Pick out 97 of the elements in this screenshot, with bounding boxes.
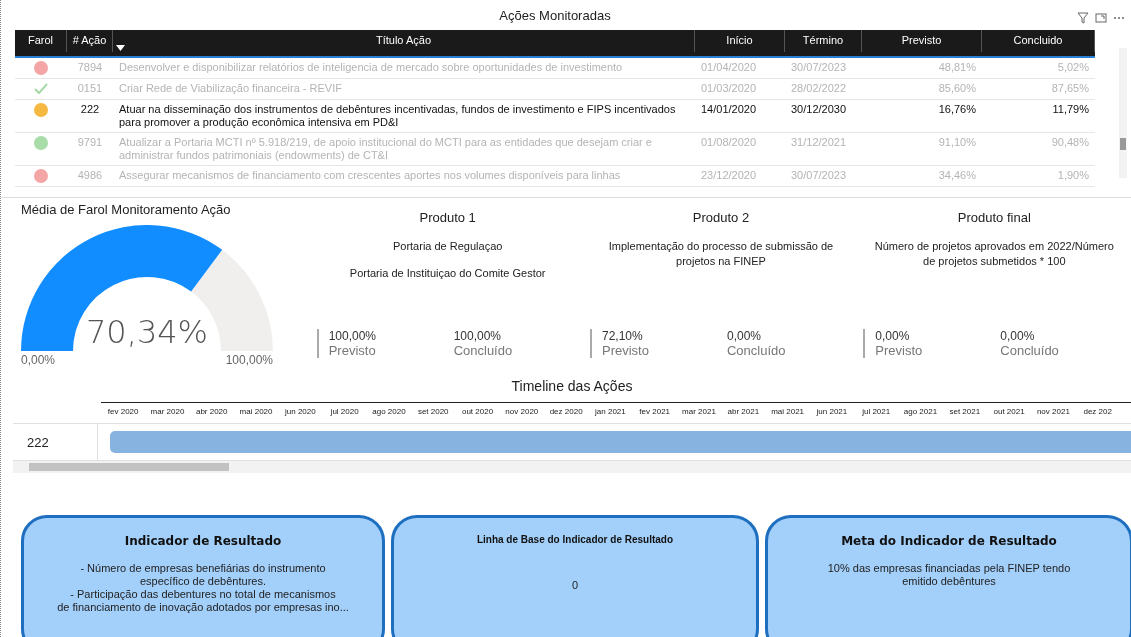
column-header[interactable]: Farol (15, 30, 67, 52)
filter-icon[interactable] (1077, 12, 1089, 24)
column-header[interactable]: Término (785, 30, 862, 52)
table-cell-text: 87,65% (1050, 82, 1090, 96)
month-label: jan 2021 (594, 406, 627, 418)
month-label: set 2021 (948, 406, 982, 418)
month-label: mar 2020 (149, 406, 186, 418)
scrollbar[interactable] (1119, 48, 1127, 178)
month-label: fev 2021 (638, 406, 672, 418)
gauge-title: Média de Farol Monitoramento Ação (21, 202, 232, 217)
kpi-value: 0,00% (1000, 329, 1036, 343)
column-header[interactable]: Previsto (862, 30, 982, 52)
table-cell-text: 01/08/2020 (700, 136, 758, 150)
card-text: - Número de empresas benefiárias do instrumento específico de debêntures. - Participação das debentures no total de mecanismos de financiamento de inovação adotados por empresas ino... (57, 562, 349, 614)
table-cell-text: 90,48% (1050, 136, 1090, 150)
month-label: abr 2020 (194, 406, 229, 418)
kpi-label: Previsto (875, 343, 924, 358)
product-title: Produto final (957, 210, 1031, 225)
column-header[interactable]: Título Ação (113, 30, 695, 52)
table-cell-text: 91,10% (937, 136, 977, 150)
table-cell-text: 28/02/2022 (790, 82, 848, 96)
gauge-value: 70,34% (86, 313, 208, 351)
kpi-value: 0,00% (727, 329, 762, 343)
month-label: set 2020 (416, 406, 450, 418)
month-label: abr 2021 (726, 406, 761, 418)
column-header[interactable]: Início (695, 30, 785, 52)
kpi-label: Previsto (328, 343, 377, 358)
month-label: jul 2020 (329, 406, 360, 418)
product-description: Portaria de Instituiçao do Comite Gestor (348, 266, 547, 281)
kpi-value: 100,00% (328, 329, 378, 343)
month-label: jun 2021 (815, 406, 849, 418)
month-label: jun 2020 (284, 406, 317, 418)
product-description: Portaria de Regulaçao (391, 239, 504, 254)
gauge-max-label: 100,00% (225, 353, 273, 367)
product-title: Produto 1 (419, 210, 476, 225)
product-description: Implementação do processo de submissão de projetos na FINEP (607, 239, 835, 269)
table-cell-text: 5,02% (1056, 61, 1090, 75)
table-cell-text: 7894 (76, 61, 104, 75)
timeline-row-label: 222 (13, 424, 98, 460)
table-cell-text: 23/12/2020 (700, 169, 758, 183)
table-cell-text: 34,46% (937, 169, 977, 183)
product-description: Número de projetos aprovados em 2022/Número de projetos submetidos * 100 (873, 239, 1115, 269)
kpi-value: 0,00% (875, 329, 911, 343)
table-cell-text: 30/07/2023 (790, 169, 848, 183)
column-header[interactable]: Concluido (982, 30, 1095, 52)
horizontal-scrollbar[interactable] (13, 461, 1131, 473)
table-cell-text: Atualizar a Portaria MCTI nº 5.918/219, de apoio institucional do MCTI para as entidades que desejam criar e administrar fundos patrimoniais (endowments) de CT&I (118, 136, 653, 162)
month-label: mar 2021 (681, 406, 717, 418)
table-cell-text: Assegurar mecanismos de financiamento com crescentes aportes nos volumes disponíveis para linhas (118, 169, 622, 183)
table-cell-text: 1,90% (1056, 169, 1090, 183)
table-cell-text: 0151 (76, 82, 104, 96)
month-label: ago 2021 (902, 406, 939, 418)
product-title: Produto 2 (692, 210, 750, 225)
table-cell-text: 14/01/2020 (700, 103, 758, 117)
month-label: jul 2021 (861, 406, 892, 418)
kpi-value: 100,00% (453, 329, 503, 343)
table-cell-text: 222 (79, 103, 101, 117)
kpi-label: Concluído (1000, 343, 1060, 358)
table-cell-text: 85,60% (937, 82, 977, 96)
card-title: Linha de Base do Indicador de Resultado (476, 534, 674, 545)
month-label: out 2021 (992, 406, 1026, 418)
expand-icon[interactable] (1095, 12, 1107, 24)
table-cell-text: 31/12/2021 (790, 136, 848, 150)
month-label: nov 2021 (1035, 406, 1071, 418)
gauge-min-label: 0,00% (21, 353, 56, 367)
month-label: fev 2020 (106, 406, 140, 418)
kpi-label: Concluído (727, 343, 787, 358)
table-cell-text: 01/03/2020 (700, 82, 758, 96)
table-cell-text: 11,79% (1051, 103, 1090, 117)
month-label: dez 2020 (548, 406, 584, 418)
kpi-label: Previsto (602, 343, 650, 358)
table-cell-text: 30/12/2030 (790, 103, 848, 117)
card-text: 10% das empresas financiadas pela FINEP tendo emitido debêntures (827, 562, 1071, 588)
table-title: Ações Monitoradas (499, 8, 611, 25)
card-title: Indicador de Resultado (124, 534, 282, 548)
table-cell-text: 9791 (76, 136, 104, 150)
table-cell-text: Criar Rede de Viabilização financeira - REVIF (118, 82, 343, 96)
table-cell-text: 30/07/2023 (790, 61, 848, 75)
table-cell-text: 16,76% (937, 103, 977, 117)
timeline-title: Timeline das Ações (510, 378, 634, 394)
month-label: out 2020 (460, 406, 495, 418)
column-header[interactable]: # Ação (67, 30, 113, 52)
table-cell-text: Atuar na disseminação dos instrumentos de debêntures incentivadas, fundos de investimento e FIPS incentivados para promover a produção econômica intensiva em PD&I (118, 103, 677, 129)
card-text: 0 (571, 579, 579, 592)
month-label: mai 2021 (770, 406, 806, 418)
month-label: dez 202 (1082, 406, 1113, 418)
card-title: Meta do Indicador de Resultado (841, 534, 1057, 548)
month-label: nov 2020 (504, 406, 540, 418)
kpi-value: 72,10% (602, 329, 644, 343)
kpi-label: Concluído (453, 343, 514, 358)
table-cell-text: 4986 (76, 169, 104, 183)
sort-icon[interactable] (116, 45, 125, 51)
table-cell-text: 48,81% (937, 61, 977, 75)
month-label: mai 2020 (238, 406, 274, 418)
table-cell-text: 01/04/2020 (700, 61, 758, 75)
month-label: ago 2020 (371, 406, 407, 418)
table-cell-text: Desenvolver e disponibilizar relatórios de inteligencia de mercado sobre oportunidades de investimento (118, 61, 624, 75)
